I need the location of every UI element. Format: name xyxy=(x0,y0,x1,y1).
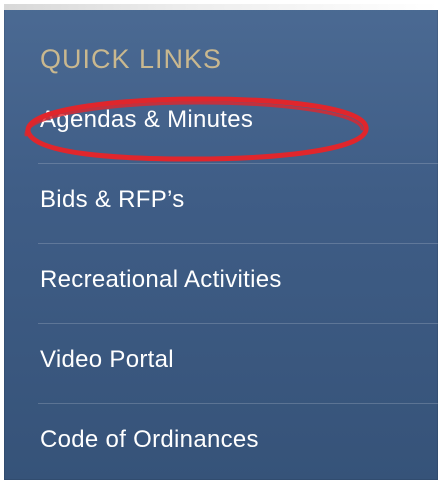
link-label[interactable]: Video Portal xyxy=(40,346,174,374)
quick-links-panel: QUICK LINKS Agendas & Minutes Bids & RFP… xyxy=(4,4,438,480)
link-label[interactable]: Code of Ordinances xyxy=(40,426,259,454)
link-label[interactable]: Agendas & Minutes xyxy=(40,106,253,134)
link-recreational-activities[interactable]: Recreational Activities xyxy=(4,244,438,324)
link-bids-rfps[interactable]: Bids & RFP’s xyxy=(4,164,438,244)
link-video-portal[interactable]: Video Portal xyxy=(4,324,438,404)
link-agendas-minutes[interactable]: Agendas & Minutes xyxy=(4,84,438,164)
quick-links-heading: QUICK LINKS xyxy=(40,44,223,74)
top-edge-strip xyxy=(4,4,438,10)
link-label[interactable]: Recreational Activities xyxy=(40,266,282,294)
quick-links-list: Agendas & Minutes Bids & RFP’s Recreatio… xyxy=(4,84,438,484)
link-label[interactable]: Bids & RFP’s xyxy=(40,186,185,214)
link-code-of-ordinances[interactable]: Code of Ordinances xyxy=(4,404,438,484)
